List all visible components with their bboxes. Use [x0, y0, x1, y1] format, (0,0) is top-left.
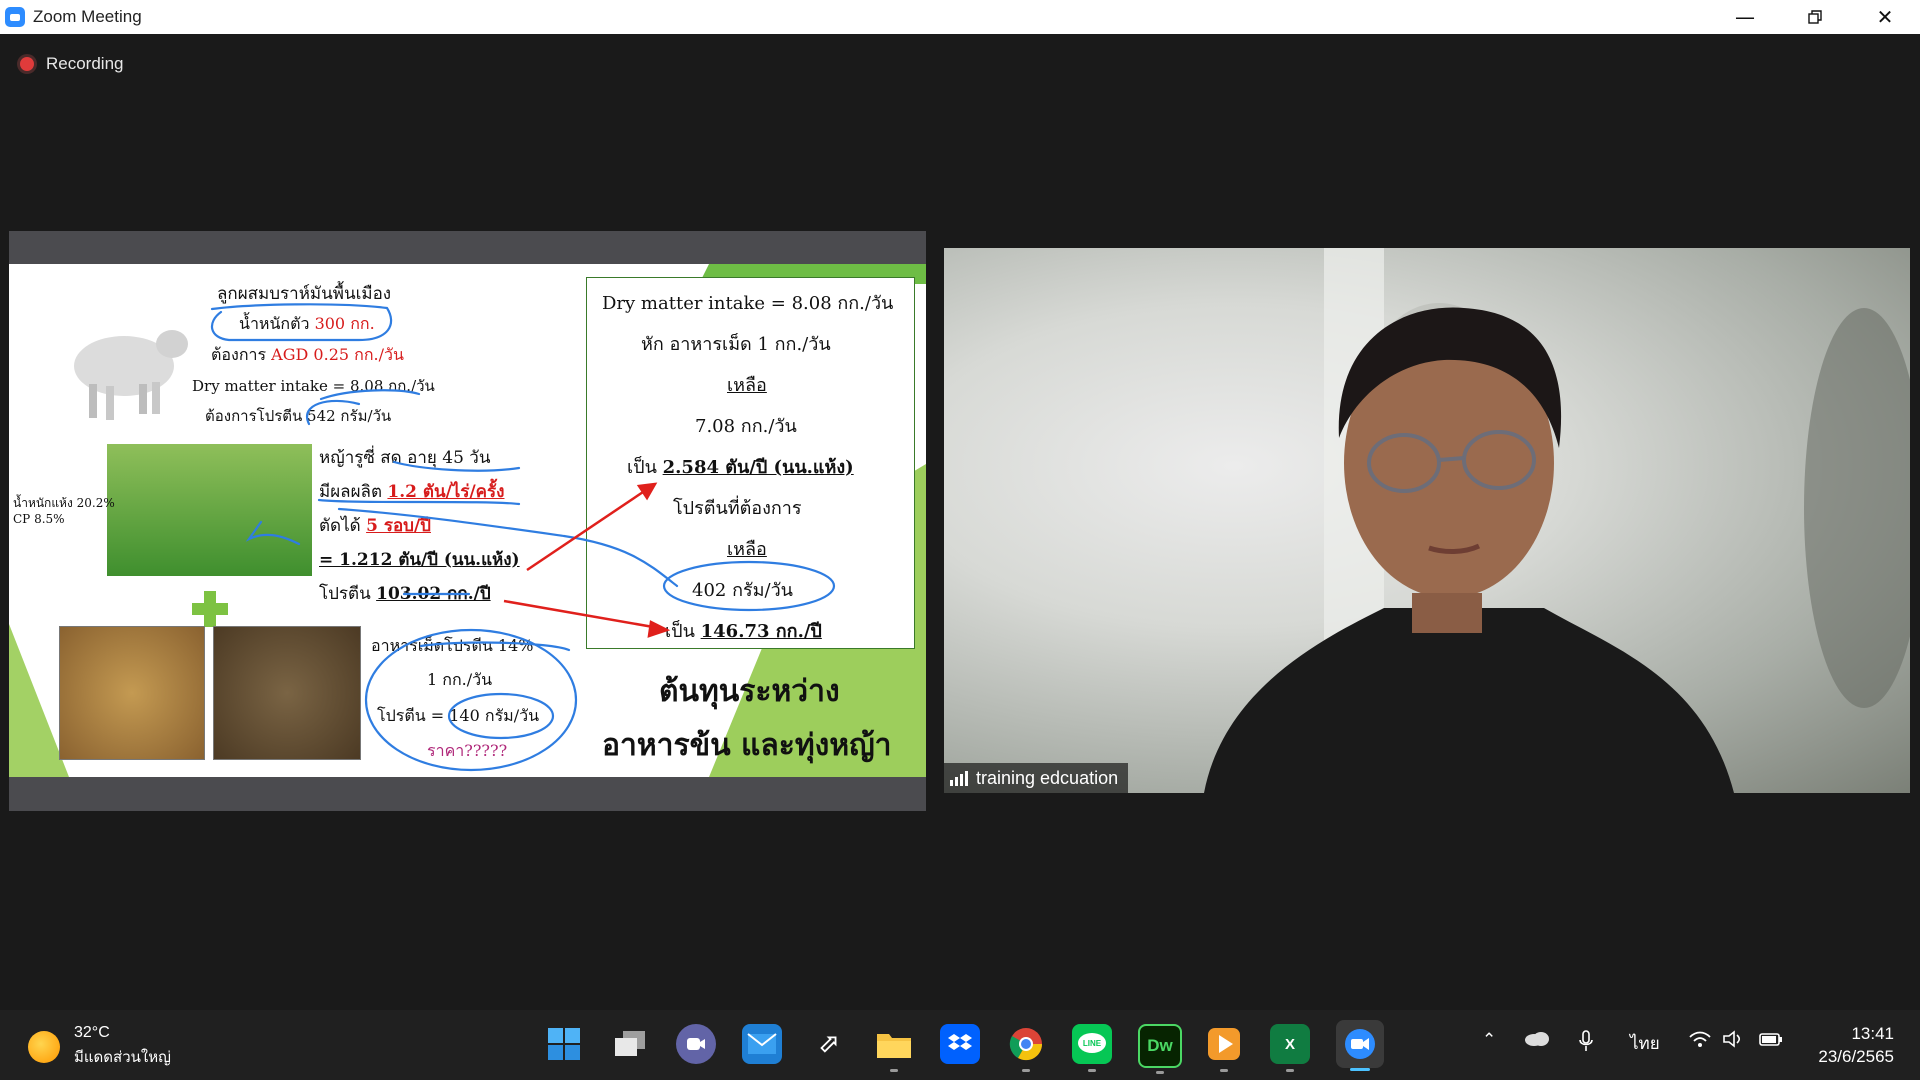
- microphone-icon[interactable]: [1578, 1030, 1594, 1057]
- close-button[interactable]: ✕: [1850, 0, 1920, 34]
- presentation-slide: ลูกผสมบราห์มันพื้นเมือง น้ำหนักตัว 300 ก…: [9, 264, 926, 777]
- chrome-icon[interactable]: [1006, 1024, 1046, 1072]
- shared-screen: ลูกผสมบราห์มันพื้นเมือง น้ำหนักตัว 300 ก…: [9, 231, 926, 811]
- zoom-icon[interactable]: [1336, 1020, 1384, 1071]
- clock-time: 13:41: [1851, 1024, 1894, 1043]
- weather-temperature: 32°C: [74, 1024, 110, 1041]
- dreamweaver-icon[interactable]: Dw: [1138, 1024, 1182, 1074]
- restore-icon: [1808, 10, 1822, 24]
- participant-nameplate: training edcuation: [944, 763, 1129, 793]
- svg-text:LINE: LINE: [1083, 1039, 1102, 1048]
- recording-indicator[interactable]: Recording: [20, 54, 124, 74]
- record-dot-icon: [20, 57, 34, 71]
- dropbox-icon[interactable]: [940, 1024, 980, 1064]
- participant-name: training edcuation: [976, 767, 1119, 788]
- minimize-button[interactable]: —: [1710, 0, 1780, 34]
- input-language[interactable]: ไทย: [1630, 1030, 1660, 1057]
- app-icon[interactable]: ⬀: [808, 1024, 848, 1064]
- system-clock[interactable]: 13:41 23/6/2565: [1818, 1022, 1894, 1068]
- restore-button[interactable]: [1780, 0, 1850, 34]
- file-explorer-icon[interactable]: [874, 1024, 914, 1072]
- participant-image: [1204, 248, 1910, 793]
- line-icon[interactable]: LINE: [1072, 1024, 1112, 1072]
- mail-icon[interactable]: [742, 1024, 782, 1064]
- start-icon[interactable]: [544, 1024, 584, 1064]
- weather-sun-icon: [28, 1030, 60, 1063]
- recording-label: Recording: [46, 54, 124, 73]
- zoom-app-icon: [5, 7, 25, 27]
- participant-video[interactable]: training edcuation: [944, 248, 1910, 793]
- weather-widget[interactable]: 32°C มีแดดส่วนใหญ่: [28, 1024, 171, 1069]
- connection-signal-icon: [950, 770, 968, 786]
- battery-icon[interactable]: [1758, 1030, 1784, 1053]
- wifi-icon[interactable]: [1688, 1030, 1712, 1053]
- onedrive-icon[interactable]: [1524, 1030, 1550, 1051]
- volume-icon[interactable]: [1722, 1030, 1744, 1053]
- media-player-icon[interactable]: [1204, 1024, 1244, 1072]
- task-view-icon[interactable]: [610, 1024, 650, 1064]
- title-bar: Zoom Meeting — ✕: [0, 0, 1920, 34]
- clock-date: 23/6/2565: [1818, 1047, 1894, 1066]
- taskbar: 32°C มีแดดส่วนใหญ่ ⬀ LINE Dw X ⌃ ไทย 13:…: [0, 1010, 1920, 1080]
- excel-icon[interactable]: X: [1270, 1024, 1310, 1072]
- window-title: Zoom Meeting: [33, 7, 142, 26]
- show-hidden-icons-icon[interactable]: ⌃: [1482, 1030, 1496, 1050]
- annotation-layer: [210, 303, 836, 772]
- weather-description: มีแดดส่วนใหญ่: [74, 1049, 171, 1066]
- chat-icon[interactable]: [676, 1024, 716, 1064]
